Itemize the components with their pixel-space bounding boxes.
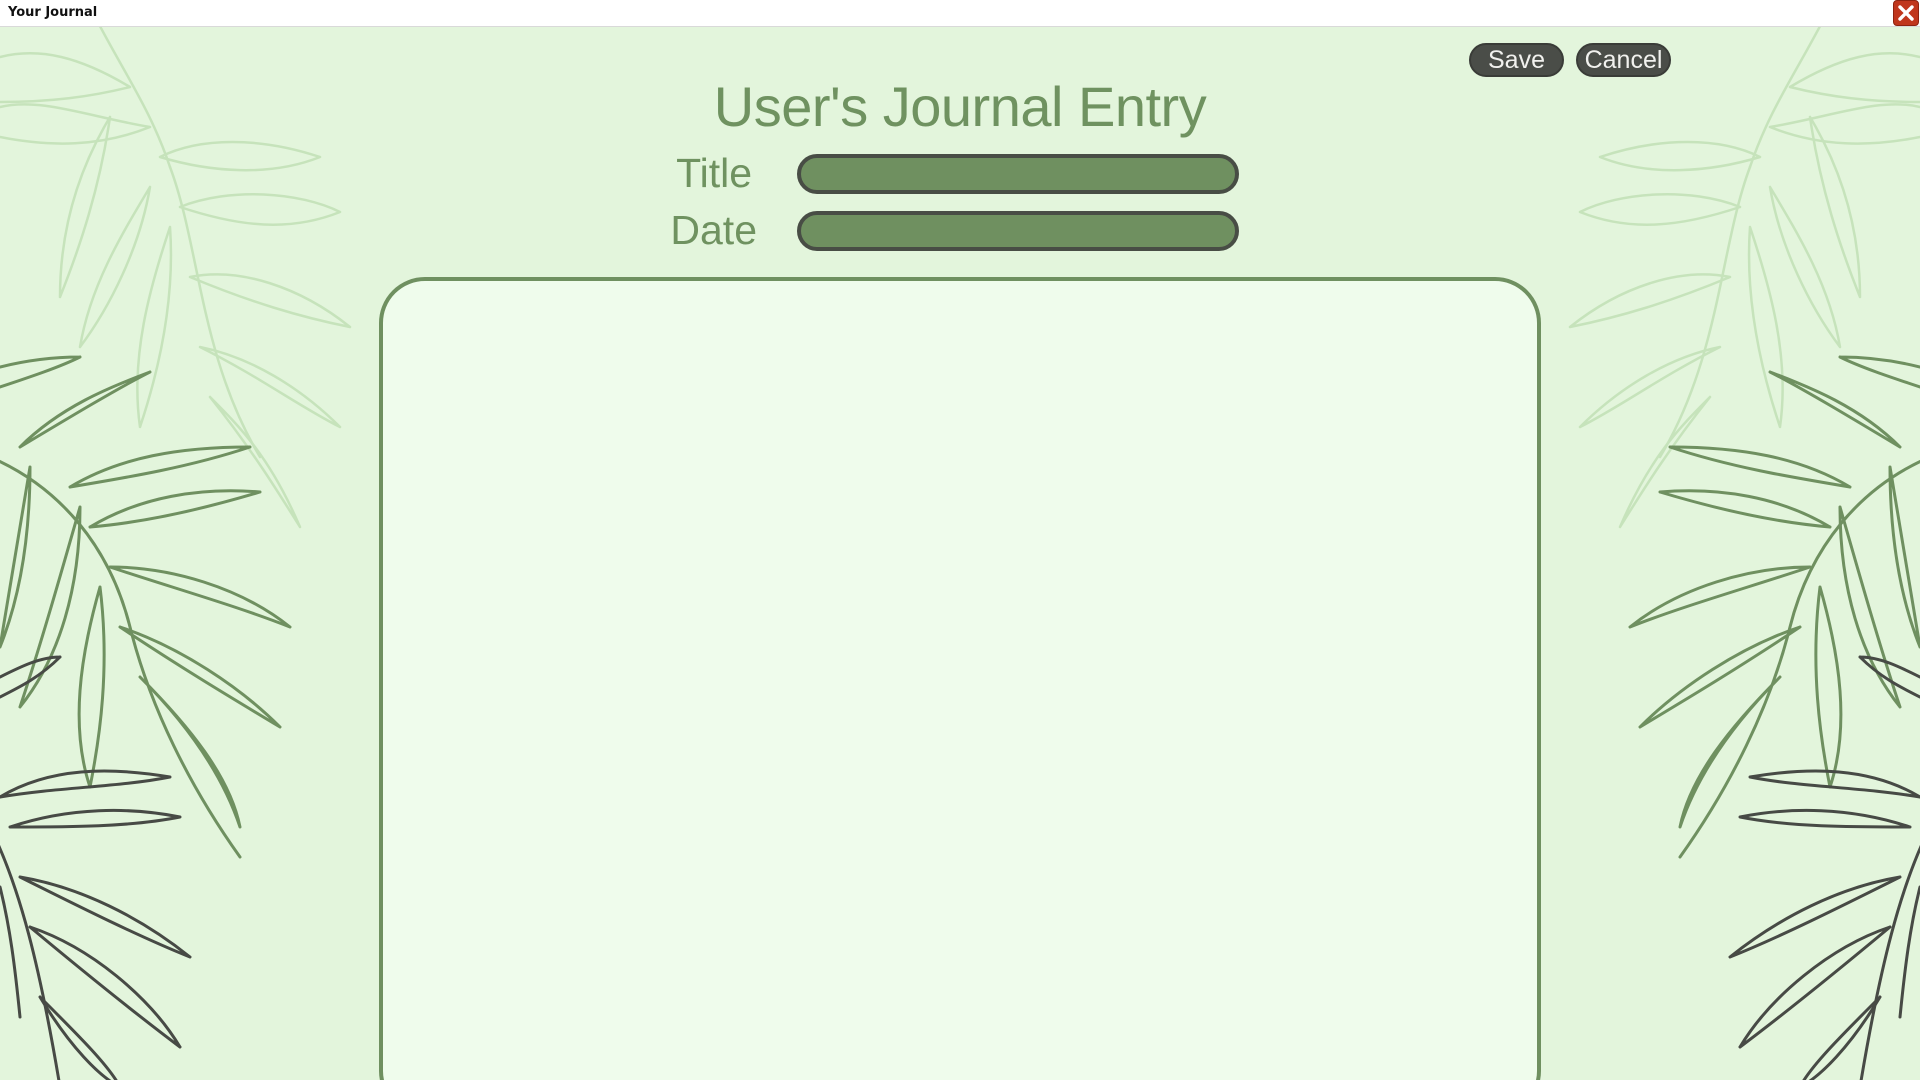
title-input[interactable] xyxy=(797,154,1239,194)
cancel-button[interactable]: Cancel xyxy=(1576,43,1671,77)
date-input[interactable] xyxy=(797,211,1239,251)
journal-canvas: Save Cancel User's Journal Entry Title D… xyxy=(0,27,1920,1080)
close-button[interactable] xyxy=(1893,0,1919,26)
page-title: User's Journal Entry xyxy=(713,75,1207,138)
window-title: Your Journal xyxy=(8,5,98,20)
leaf-decoration-right xyxy=(1568,27,1920,1080)
window-titlebar: Your Journal xyxy=(0,0,1920,27)
leaf-decoration-left xyxy=(0,27,352,1080)
date-label: Date xyxy=(670,207,757,253)
title-label: Title xyxy=(676,150,752,196)
close-icon xyxy=(1898,5,1914,21)
save-button[interactable]: Save xyxy=(1469,43,1564,77)
journal-entry-textarea[interactable] xyxy=(379,277,1541,1080)
